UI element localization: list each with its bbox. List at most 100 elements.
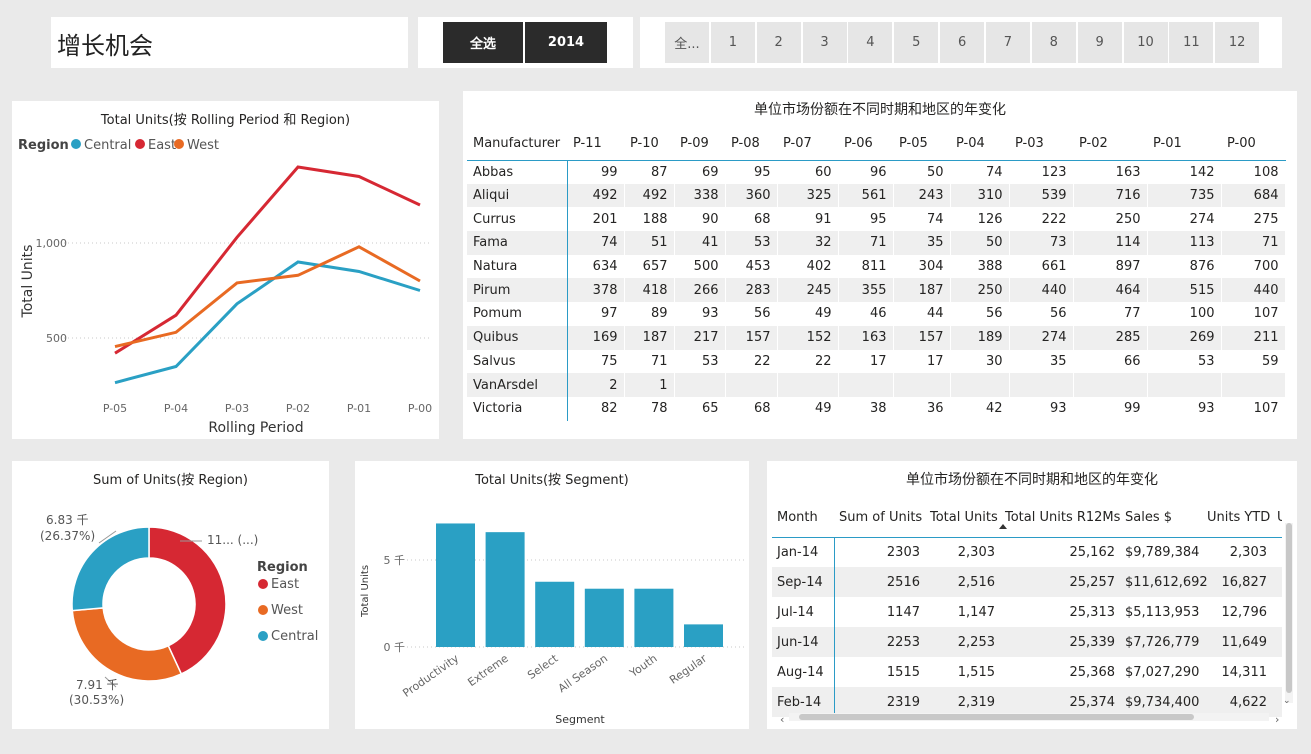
bar-select[interactable] <box>535 581 575 647</box>
bar-productivity[interactable] <box>436 523 475 647</box>
matrix-column-header[interactable]: Manufacturer <box>467 127 567 161</box>
month-button-1[interactable]: 1 <box>710 22 755 63</box>
bar-extreme[interactable] <box>485 532 525 647</box>
month-button-9[interactable]: 9 <box>1077 22 1122 63</box>
matrix-cell: 44 <box>893 302 951 326</box>
month-button-all[interactable]: 全... <box>665 22 709 63</box>
matrix-cell: 464 <box>1073 278 1148 303</box>
matrix-cell: 74 <box>893 207 951 232</box>
horizontal-scrollbar[interactable] <box>789 713 1269 721</box>
month-button-6[interactable]: 6 <box>940 22 985 63</box>
matrix-row: Salvus 75 71 53 22 22 17 17 30 35 66 53 59 <box>467 349 1286 374</box>
matrix-cell: 189 <box>950 325 1010 350</box>
matrix-column-header[interactable]: P-04 <box>950 127 1009 161</box>
vertical-scroll-thumb[interactable] <box>1286 523 1292 693</box>
bar-y-axis-title: Total Units <box>360 565 371 618</box>
line-series-east[interactable] <box>114 165 421 355</box>
month-button-11[interactable]: 11 <box>1169 22 1214 63</box>
matrix-column-header[interactable]: P-11 <box>567 127 624 161</box>
bar-chart-card: Total Units(按 Segment) 5 千0 千 Productivi… <box>355 461 749 729</box>
scroll-down-icon[interactable]: ⌄ <box>1283 696 1291 706</box>
matrix-column-header[interactable]: P-07 <box>777 127 838 161</box>
month-button-5[interactable]: 5 <box>894 22 939 63</box>
matrix-header-row: Manufacturer P-11 P-10 P-09 P-08 P-07 P-06 P-05… <box>467 127 1285 161</box>
table-cell: $7,027,290 <box>1125 664 1200 680</box>
legend-marker-west <box>174 139 184 149</box>
line-series-west[interactable] <box>114 245 421 349</box>
legend-label-west: West <box>187 138 219 153</box>
horizontal-scroll-thumb[interactable] <box>799 714 1194 720</box>
donut-legend-label-central: Central <box>271 629 318 644</box>
matrix-cell: 211 <box>1221 325 1286 350</box>
matrix-column-header[interactable]: P-05 <box>893 127 950 161</box>
line-chart-card: Total Units(按 Rolling Period 和 Region) R… <box>12 101 439 439</box>
matrix-cell: 440 <box>1009 278 1074 303</box>
month-button-3[interactable]: 3 <box>802 22 847 63</box>
matrix-row: Victoria 82 78 65 68 49 38 36 42 93 99 93 107 <box>467 396 1286 421</box>
matrix-row: Aliqui 492 492 338 360 325 561 243 310 539 716 735 6… <box>467 183 1286 208</box>
matrix-cell: 56 <box>725 302 778 326</box>
matrix-cell: 59 <box>1221 349 1286 374</box>
matrix-cell: 100 <box>1147 302 1222 326</box>
month-button-10[interactable]: 10 <box>1123 22 1168 63</box>
select-all-button[interactable]: 全选 <box>443 22 523 63</box>
matrix-column-header[interactable]: P-03 <box>1009 127 1073 161</box>
month-button-4[interactable]: 4 <box>848 22 893 63</box>
matrix-cell: 95 <box>725 160 778 184</box>
donut-slice-west[interactable] <box>71 607 183 682</box>
table-column-header[interactable]: U^ <box>1272 499 1282 538</box>
matrix-cell: 107 <box>1221 396 1286 421</box>
matrix-cell: 69 <box>674 160 726 184</box>
line-x-ticks: P-05 P-04 P-03 P-02 P-01 P-00 <box>103 402 432 415</box>
table-column-header[interactable]: Total Units <box>925 499 1000 538</box>
scroll-left-icon[interactable]: ‹ <box>780 713 784 726</box>
month-button-2[interactable]: 2 <box>756 22 801 63</box>
table-month-cell: Jan-14 <box>772 537 835 567</box>
matrix-cell: 41 <box>674 231 726 255</box>
vertical-scrollbar[interactable] <box>1285 523 1293 703</box>
matrix-cell: 515 <box>1147 278 1222 303</box>
bar-youth[interactable] <box>634 588 674 647</box>
matrix-cell: 163 <box>1073 160 1148 184</box>
month-button-8[interactable]: 8 <box>1031 22 1076 63</box>
table-column-header[interactable]: Sales $ <box>1120 499 1202 538</box>
matrix-cell: 157 <box>893 325 951 350</box>
bar-regular[interactable] <box>684 624 723 647</box>
matrix-column-header[interactable]: P-00 <box>1221 127 1285 161</box>
matrix-row: Pomum 97 89 93 56 49 46 44 56 56 77 100 107 <box>467 302 1286 326</box>
month-button-7[interactable]: 7 <box>985 22 1030 63</box>
matrix-cell: 402 <box>777 254 839 279</box>
matrix-column-header[interactable]: P-02 <box>1073 127 1147 161</box>
bar-group <box>436 523 723 647</box>
matrix-cell <box>1147 373 1222 397</box>
month-button-12[interactable]: 12 <box>1215 22 1260 63</box>
matrix-column-header[interactable]: P-01 <box>1147 127 1221 161</box>
year-2014-button[interactable]: 2014 <box>525 22 607 63</box>
matrix-cell: 36 <box>893 396 951 421</box>
table-column-header[interactable]: Units YTD <box>1202 499 1272 538</box>
table-column-header[interactable]: Month <box>772 499 834 538</box>
matrix-cell: 274 <box>1147 207 1222 232</box>
central-value-label: 6.83 千 <box>46 513 89 527</box>
line-y-tick-label: 1,000 <box>36 237 68 250</box>
matrix-title: 单位市场份额在不同时期和地区的年变化 <box>754 102 1006 118</box>
donut-legend-marker-west <box>258 605 268 615</box>
table-cell: 2,516 <box>925 567 1000 597</box>
scroll-right-icon[interactable]: › <box>1275 713 1279 726</box>
matrix-cell: 243 <box>893 183 951 208</box>
table-column-header[interactable]: Sum of Units <box>834 499 925 538</box>
bar-all-season[interactable] <box>584 588 624 647</box>
matrix-cell: 283 <box>725 278 778 303</box>
matrix-column-header[interactable]: P-08 <box>725 127 777 161</box>
matrix-column-header[interactable]: P-06 <box>838 127 893 161</box>
table-month-cell: Jun-14 <box>772 627 835 657</box>
sort-ascending-icon[interactable] <box>999 524 1007 529</box>
bar-x-tick-label: Regular <box>667 652 709 687</box>
matrix-cell: 561 <box>838 183 894 208</box>
table-column-header[interactable]: Total Units R12Ms <box>1000 499 1120 538</box>
matrix-cell: 876 <box>1147 254 1222 279</box>
matrix-column-header[interactable]: P-09 <box>674 127 725 161</box>
matrix-cell: 113 <box>1147 231 1222 255</box>
matrix-cell: 30 <box>950 349 1010 374</box>
matrix-column-header[interactable]: P-10 <box>624 127 674 161</box>
